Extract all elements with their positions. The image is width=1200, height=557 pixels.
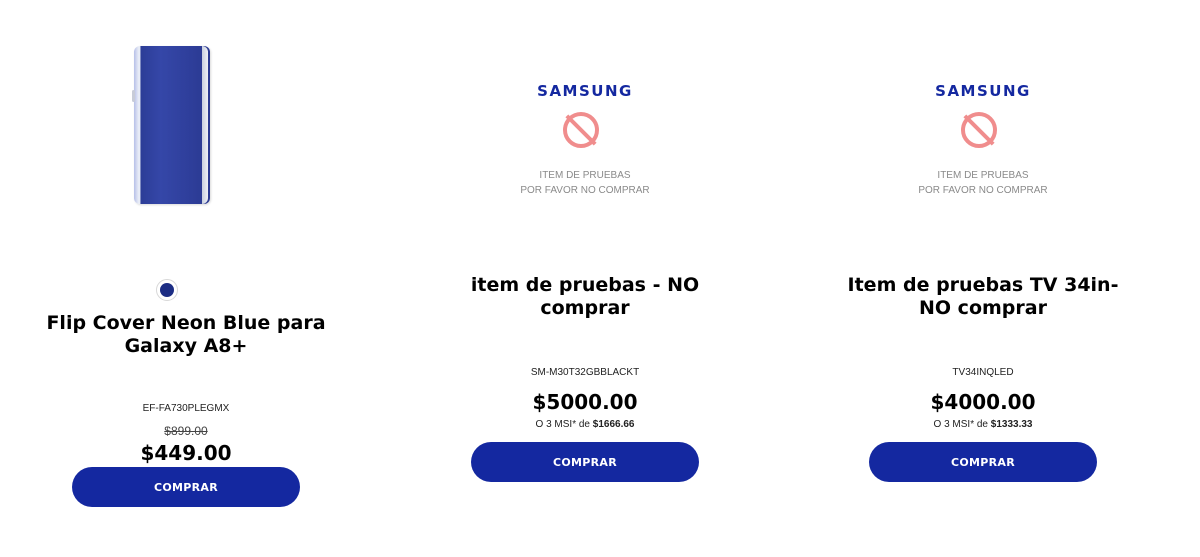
price: $4000.00 <box>930 390 1036 414</box>
installments-text: O 3 MSI* de $1666.66 <box>385 419 785 430</box>
installments-amount: $1333.33 <box>990 419 1033 430</box>
product-title-line: Item de pruebas TV 34in- <box>847 274 1119 296</box>
product-title[interactable]: Item de pruebas TV 34in- NO comprar <box>783 274 1183 320</box>
original-price: $899.00 <box>164 424 208 438</box>
price: $449.00 <box>140 441 232 465</box>
product-title-line: item de pruebas - NO <box>470 274 700 296</box>
buy-button[interactable]: COMPRAR <box>869 442 1097 482</box>
placeholder-line: POR FAVOR NO COMPRAR <box>918 185 1048 196</box>
model-code: SM-M30T32GBBLACKT <box>530 367 640 378</box>
buy-button[interactable]: COMPRAR <box>471 442 699 482</box>
model-code: TV34INQLED <box>952 367 1014 378</box>
product-title[interactable]: Flip Cover Neon Blue para Galaxy A8+ <box>0 312 386 358</box>
placeholder-line: ITEM DE PRUEBAS <box>937 170 1029 181</box>
placeholder-line: POR FAVOR NO COMPRAR <box>520 185 650 196</box>
samsung-logo: SAMSUNG <box>935 82 1031 100</box>
installments-amount: $1666.66 <box>592 419 635 430</box>
product-title-line: NO comprar <box>919 297 1047 319</box>
model-code: EF-FA730PLEGMX <box>142 403 230 414</box>
color-swatch[interactable] <box>156 279 178 301</box>
product-title-line: comprar <box>540 297 630 319</box>
prohibited-icon <box>961 112 997 148</box>
product-card: SAMSUNG ITEM DE PRUEBAS POR FAVOR NO COM… <box>385 0 785 557</box>
samsung-logo: SAMSUNG <box>537 82 633 100</box>
buy-button[interactable]: COMPRAR <box>72 467 300 507</box>
product-card: SAMSUNG ITEM DE PRUEBAS POR FAVOR NO COM… <box>783 0 1183 557</box>
placeholder-caption: ITEM DE PRUEBAS POR FAVOR NO COMPRAR <box>783 168 1183 198</box>
product-title-line: Flip Cover Neon Blue para <box>46 312 326 334</box>
product-card: Flip Cover Neon Blue para Galaxy A8+ EF-… <box>0 0 386 557</box>
product-image-flip-cover[interactable] <box>132 46 210 204</box>
placeholder-caption: ITEM DE PRUEBAS POR FAVOR NO COMPRAR <box>385 168 785 198</box>
prohibited-icon <box>563 112 599 148</box>
product-title-line: Galaxy A8+ <box>124 335 248 357</box>
installments-prefix: O 3 MSI* de <box>535 419 593 430</box>
installments-text: O 3 MSI* de $1333.33 <box>783 419 1183 430</box>
product-title[interactable]: item de pruebas - NO comprar <box>385 274 785 320</box>
price: $5000.00 <box>532 390 638 414</box>
installments-prefix: O 3 MSI* de <box>933 419 991 430</box>
placeholder-line: ITEM DE PRUEBAS <box>539 170 631 181</box>
